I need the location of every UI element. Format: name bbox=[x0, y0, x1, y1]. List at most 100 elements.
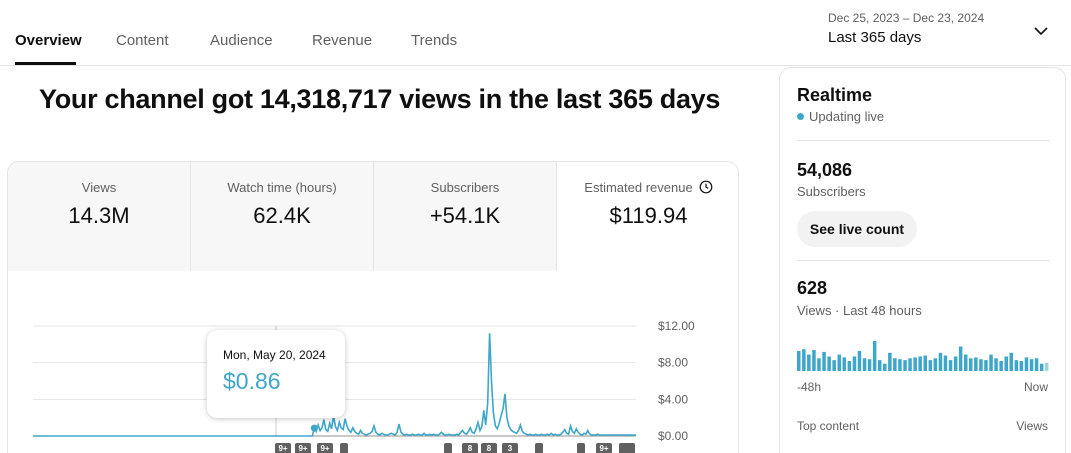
realtime-bar bbox=[1044, 362, 1049, 371]
realtime-bar bbox=[847, 361, 852, 371]
realtime-bar bbox=[893, 358, 897, 371]
realtime-bar bbox=[989, 354, 993, 371]
realtime-bar bbox=[974, 357, 978, 371]
realtime-bar bbox=[1039, 363, 1044, 371]
realtime-bar bbox=[878, 360, 882, 371]
realtime-bar bbox=[898, 359, 902, 371]
realtime-bar bbox=[979, 359, 983, 371]
realtime-bar bbox=[953, 356, 958, 371]
realtime-bar bbox=[933, 358, 938, 371]
top-content-views-header: Views bbox=[1016, 419, 1048, 433]
event-marker[interactable]: 3 bbox=[502, 443, 518, 453]
realtime-bar bbox=[1009, 352, 1013, 371]
revenue-chart: $12.00 $8.00 $4.00 $0.00 bbox=[8, 271, 738, 453]
live-status-text: Updating live bbox=[809, 109, 885, 124]
realtime-bar bbox=[908, 358, 912, 371]
event-marker[interactable] bbox=[340, 443, 348, 453]
live-dot-icon bbox=[797, 113, 804, 120]
metric-label: Watch time (hours) bbox=[227, 180, 337, 195]
event-marker[interactable]: 9+ bbox=[596, 443, 612, 453]
realtime-views-bar-chart bbox=[797, 341, 1049, 371]
metric-label-wrap: Estimated revenue bbox=[557, 180, 738, 195]
realtime-bar bbox=[872, 341, 877, 371]
event-marker[interactable]: 8 bbox=[481, 443, 497, 453]
realtime-bar bbox=[994, 358, 998, 371]
realtime-bar bbox=[1029, 359, 1034, 371]
realtime-bar bbox=[827, 356, 831, 371]
date-range-label: Last 365 days bbox=[828, 29, 922, 46]
event-marker[interactable] bbox=[623, 443, 631, 453]
realtime-bar bbox=[797, 351, 801, 371]
realtime-bar bbox=[822, 351, 826, 371]
views-count-label: Views · Last 48 hours bbox=[797, 303, 922, 318]
realtime-bar bbox=[862, 358, 867, 371]
realtime-bar bbox=[807, 354, 811, 371]
metric-views[interactable]: Views 14.3M bbox=[8, 162, 191, 271]
tab-revenue[interactable]: Revenue bbox=[312, 32, 372, 49]
date-range-selector[interactable]: Dec 25, 2023 – Dec 23, 2024 Last 365 day… bbox=[828, 11, 1058, 55]
chart-tooltip: Mon, May 20, 2024 $0.86 bbox=[207, 330, 345, 418]
event-marker[interactable] bbox=[535, 443, 543, 453]
metric-subscribers[interactable]: Subscribers +54.1K bbox=[374, 162, 557, 271]
realtime-axis-start: -48h bbox=[797, 380, 822, 394]
views-count: 628 bbox=[797, 278, 828, 298]
realtime-bar bbox=[903, 360, 907, 371]
realtime-bar bbox=[888, 352, 892, 371]
realtime-bar bbox=[817, 358, 821, 371]
realtime-bar bbox=[1019, 361, 1024, 371]
revenue-chart-svg: $12.00 $8.00 $4.00 $0.00 bbox=[33, 319, 695, 443]
tab-bar: Overview Content Audience Revenue Trends… bbox=[0, 0, 1071, 66]
event-marker[interactable] bbox=[577, 443, 585, 453]
subscriber-count-label: Subscribers bbox=[797, 184, 866, 199]
see-live-count-button[interactable]: See live count bbox=[797, 211, 917, 247]
tooltip-value: $0.86 bbox=[223, 368, 281, 394]
realtime-bar bbox=[1034, 358, 1039, 371]
active-tab-indicator bbox=[15, 62, 76, 65]
live-status: Updating live bbox=[797, 109, 884, 124]
page-title: Your channel got 14,318,717 views in the… bbox=[39, 84, 721, 114]
realtime-panel: Realtime Updating live 54,086 Subscriber… bbox=[779, 67, 1066, 453]
metric-estimated-revenue[interactable]: Estimated revenue $119.94 bbox=[557, 162, 738, 271]
realtime-bar bbox=[958, 346, 963, 371]
divider bbox=[797, 260, 1050, 261]
event-marker[interactable]: 9+ bbox=[275, 443, 291, 453]
event-marker[interactable]: 8 bbox=[462, 443, 478, 453]
chart-event-markers: 9+9+9+8839+4 bbox=[0, 443, 740, 453]
realtime-bar bbox=[943, 355, 948, 371]
realtime-bar bbox=[964, 354, 968, 371]
event-marker[interactable]: 9+ bbox=[317, 443, 333, 453]
realtime-bar bbox=[857, 351, 862, 371]
metric-label: Views bbox=[81, 180, 117, 195]
tab-audience[interactable]: Audience bbox=[210, 32, 273, 49]
date-range-dates: Dec 25, 2023 – Dec 23, 2024 bbox=[828, 11, 985, 25]
y-tick-label: $12.00 bbox=[658, 319, 695, 333]
realtime-bar bbox=[1014, 360, 1019, 371]
tooltip-date: Mon, May 20, 2024 bbox=[223, 348, 326, 362]
realtime-bar bbox=[969, 358, 973, 371]
metric-value: 62.4K bbox=[253, 203, 311, 228]
metric-value: 14.3M bbox=[68, 203, 130, 228]
realtime-bar bbox=[918, 356, 922, 371]
metric-label: Estimated revenue bbox=[584, 180, 693, 195]
metric-watch-time[interactable]: Watch time (hours) 62.4K bbox=[191, 162, 374, 271]
event-marker[interactable]: 9+ bbox=[295, 443, 311, 453]
realtime-bar bbox=[812, 350, 816, 371]
realtime-bar bbox=[948, 360, 953, 371]
divider bbox=[797, 140, 1050, 141]
top-content-label: Top content bbox=[797, 419, 860, 433]
metric-label: Subscribers bbox=[430, 180, 500, 195]
realtime-bar bbox=[999, 361, 1003, 371]
tab-trends[interactable]: Trends bbox=[411, 32, 457, 49]
hover-point bbox=[310, 424, 318, 432]
realtime-bar bbox=[842, 357, 846, 371]
realtime-bar bbox=[984, 360, 988, 371]
tab-overview[interactable]: Overview bbox=[15, 32, 82, 49]
metric-tabs: Views 14.3M Watch time (hours) 62.4K Sub… bbox=[8, 162, 738, 271]
realtime-bar bbox=[832, 360, 836, 371]
y-tick-label: $0.00 bbox=[658, 429, 688, 443]
chevron-down-icon bbox=[1034, 27, 1048, 36]
tab-content[interactable]: Content bbox=[116, 32, 169, 49]
realtime-bar bbox=[837, 354, 841, 371]
event-marker[interactable] bbox=[444, 443, 452, 453]
realtime-title: Realtime bbox=[797, 85, 873, 105]
